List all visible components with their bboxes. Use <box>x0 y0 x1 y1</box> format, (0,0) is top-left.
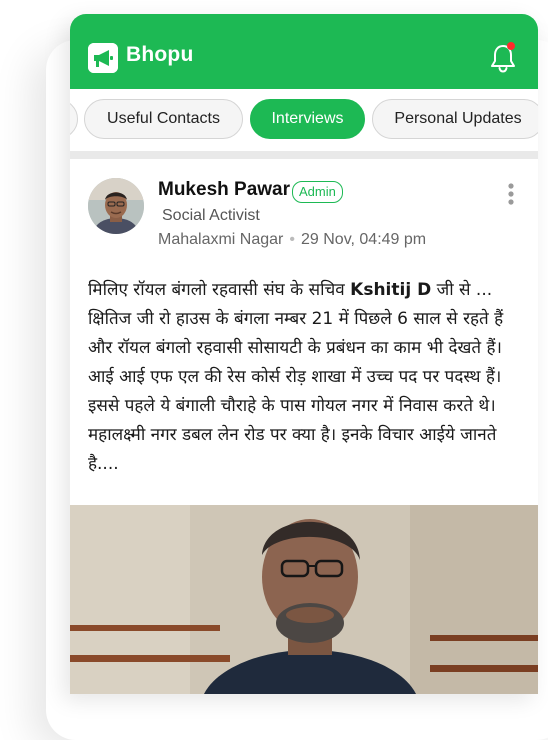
post-timestamp: 29 Nov, 04:49 pm <box>301 231 427 248</box>
avatar[interactable] <box>88 178 144 234</box>
app-bar: Bhopu <box>70 14 538 89</box>
megaphone-icon[interactable] <box>88 43 118 73</box>
tab-useful-contacts[interactable]: Useful Contacts <box>84 99 243 139</box>
category-tabs: Useful Contacts Interviews Personal Upda… <box>70 89 538 166</box>
author-role: Social Activist <box>162 207 260 224</box>
post-body: मिलिए रॉयल बंगलो रहवासी संघ के सचिव Kshi… <box>88 280 504 474</box>
notification-dot <box>507 42 515 50</box>
tab-label: Personal Updates <box>394 110 522 127</box>
separator-dot: • <box>289 231 295 248</box>
post-mention: Kshitij D <box>350 280 432 300</box>
tab-interviews[interactable]: Interviews <box>250 99 365 139</box>
tab-personal-updates[interactable]: Personal Updates <box>372 99 538 139</box>
app-screen: Bhopu Useful Contacts Interviews Persona… <box>70 14 538 694</box>
author-name[interactable]: Mukesh Pawar <box>158 179 290 201</box>
divider <box>70 151 538 159</box>
post-meta: Mahalaxmi Nagar • 29 Nov, 04:49 pm <box>158 231 426 249</box>
app-title: Bhopu <box>126 43 194 66</box>
tab-label: Interviews <box>271 110 344 127</box>
tab-label: Useful Contacts <box>107 110 220 127</box>
more-vertical-icon[interactable] <box>502 182 520 208</box>
post-location: Mahalaxmi Nagar <box>158 231 284 248</box>
tab-previous[interactable] <box>70 99 78 139</box>
post-video-thumbnail[interactable] <box>70 505 538 694</box>
admin-badge: Admin <box>292 181 343 203</box>
